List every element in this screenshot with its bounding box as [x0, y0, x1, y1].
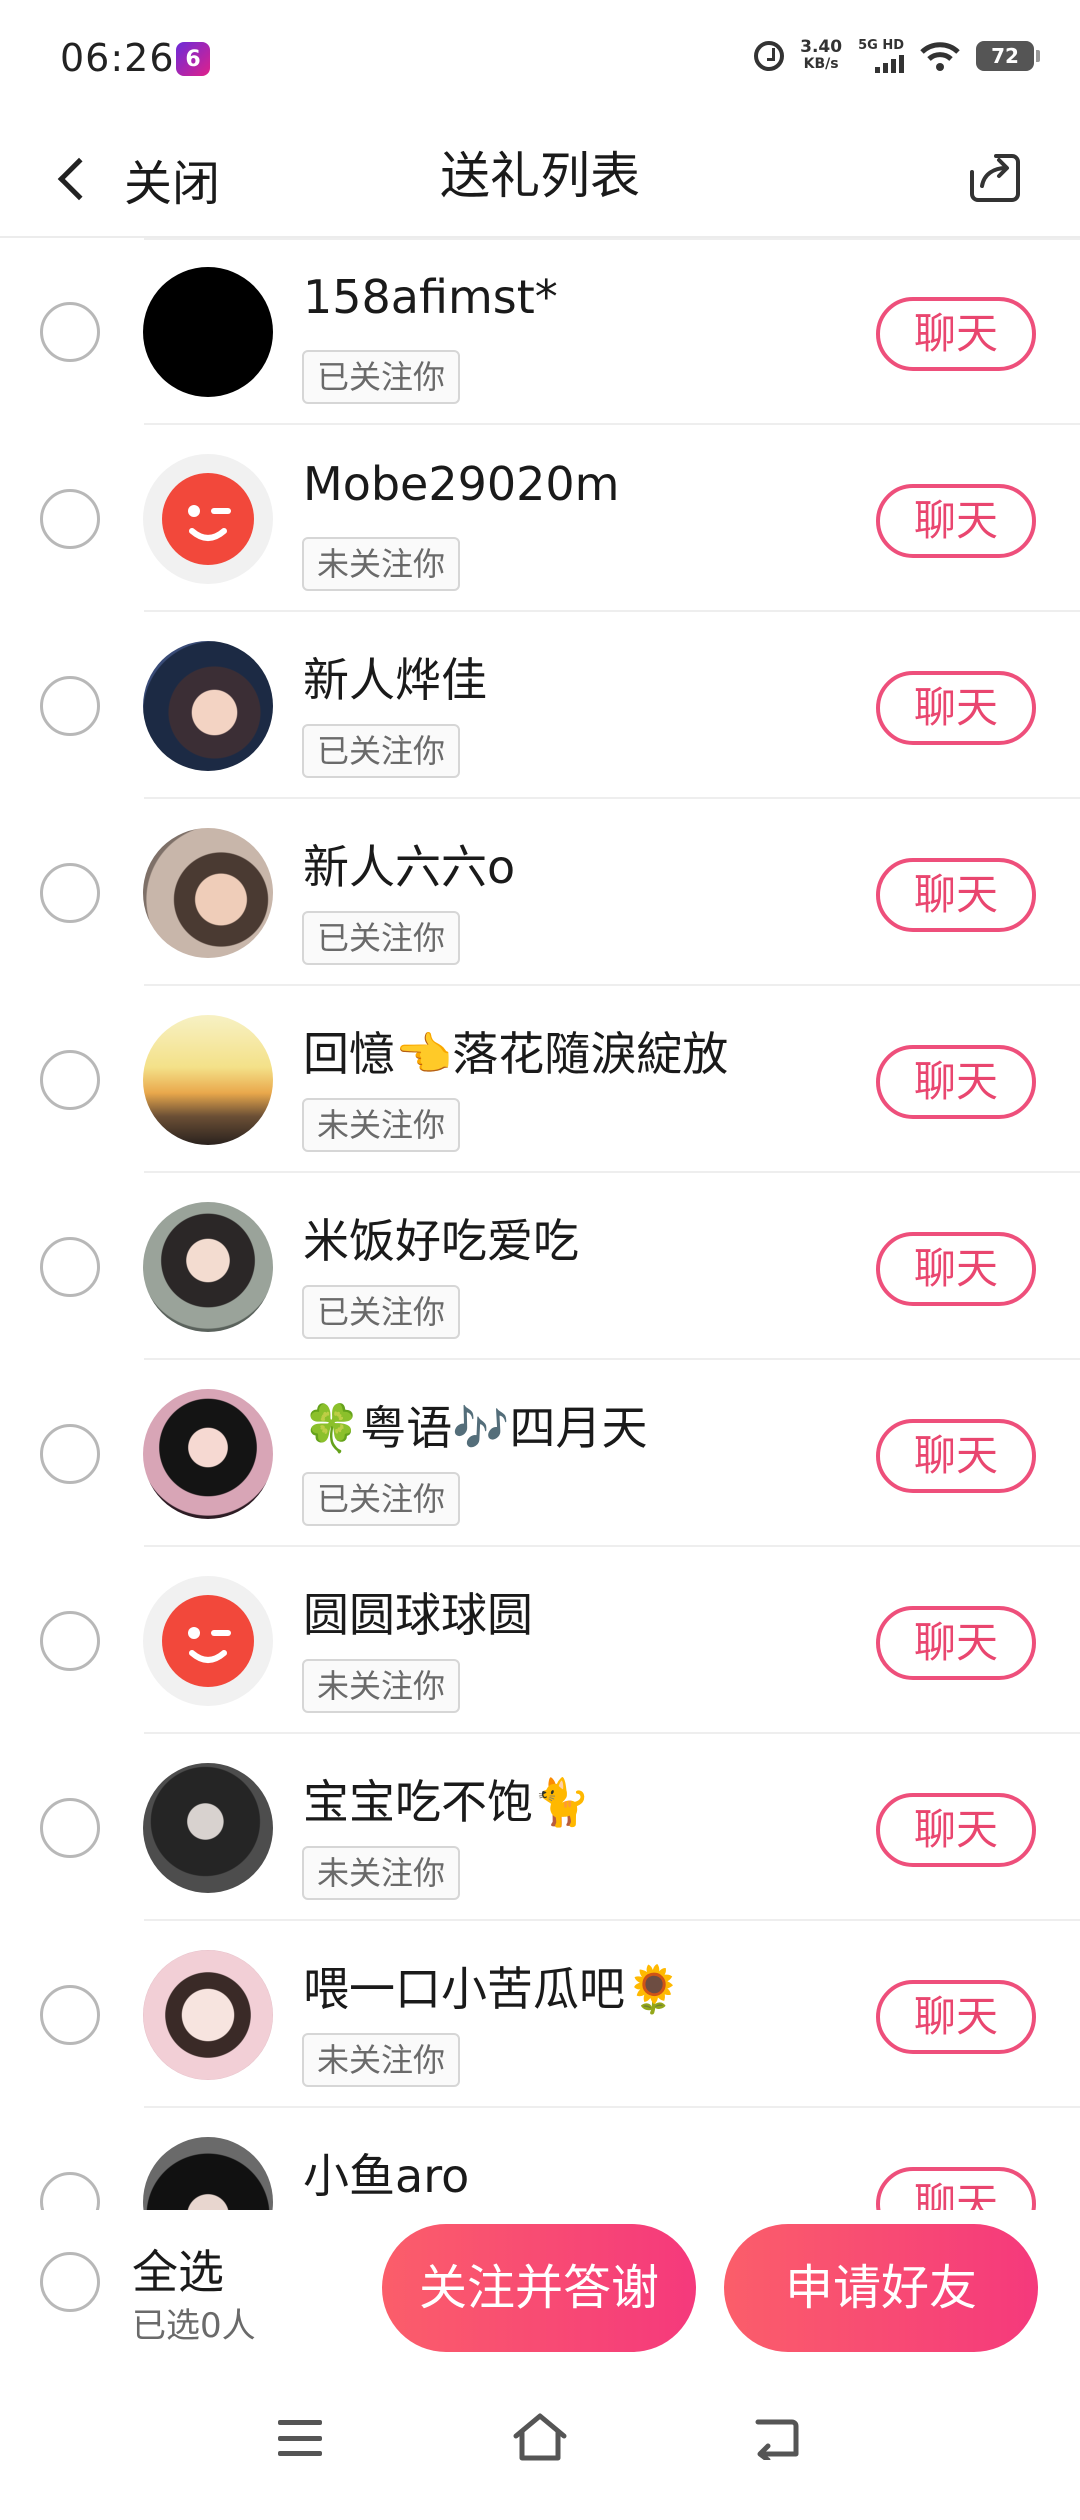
nickname: 回憶👈落花隨淚綻放 — [303, 1027, 729, 1081]
home-icon[interactable] — [510, 2410, 570, 2464]
signal-label: 5G HD — [858, 38, 904, 53]
gift-sender-list[interactable]: 158afimst* 已关注你 聊天 Mobe29020m 未关注你 聊天 新人… — [0, 238, 1080, 2210]
menu-icon[interactable] — [278, 2420, 322, 2456]
list-item: 宝宝吃不饱🐈 未关注你 聊天 — [0, 1734, 1080, 1921]
nickname: Mobe29020m — [303, 457, 620, 511]
system-nav-bar — [0, 2370, 1080, 2520]
nickname: 新人六六o — [303, 840, 516, 894]
chat-button[interactable]: 聊天 — [876, 2167, 1036, 2210]
avatar[interactable] — [143, 1015, 273, 1145]
nickname: 🍀粤语🎶四月天 — [303, 1401, 648, 1455]
select-radio[interactable] — [40, 1050, 100, 1110]
status-bar: 06:26 6 3.40 KB/s 5G HD 72 — [0, 0, 1080, 120]
avatar[interactable] — [143, 454, 273, 584]
default-avatar-icon — [162, 1595, 254, 1687]
list-item: 新人烨佳 已关注你 聊天 — [0, 612, 1080, 799]
select-radio[interactable] — [40, 1611, 100, 1671]
chat-button[interactable]: 聊天 — [876, 1793, 1036, 1867]
avatar[interactable] — [143, 267, 273, 397]
follow-status-badge: 未关注你 — [302, 1659, 461, 1713]
follow-status-badge: 已关注你 — [302, 1472, 461, 1526]
list-item: 新人六六o 已关注你 聊天 — [0, 799, 1080, 986]
page-title: 送礼列表 — [440, 147, 640, 205]
network-speed-unit: KB/s — [803, 55, 839, 72]
chat-button[interactable]: 聊天 — [876, 1232, 1036, 1306]
nickname: 喂一口小苦瓜吧🌻 — [303, 1962, 683, 2016]
avatar[interactable] — [143, 2137, 273, 2210]
share-icon — [970, 154, 1020, 202]
nickname: 新人烨佳 — [303, 653, 487, 707]
chat-button[interactable]: 聊天 — [876, 1045, 1036, 1119]
wifi-icon — [920, 40, 960, 72]
avatar[interactable] — [143, 1576, 273, 1706]
list-item: Mobe29020m 未关注你 聊天 — [0, 425, 1080, 612]
avatar[interactable] — [143, 1389, 273, 1519]
header: 关闭 送礼列表 — [0, 120, 1080, 238]
nickname: 米饭好吃爱吃 — [303, 1214, 579, 1268]
follow-status-badge: 已关注你 — [302, 724, 461, 778]
list-item: 圆圆球球圆 未关注你 聊天 — [0, 1547, 1080, 1734]
select-radio[interactable] — [40, 489, 100, 549]
select-radio[interactable] — [40, 302, 100, 362]
avatar[interactable] — [143, 1763, 273, 1893]
status-indicators: 3.40 KB/s 5G HD 72 — [754, 36, 1040, 73]
nickname: 宝宝吃不饱🐈 — [303, 1775, 591, 1829]
alarm-icon — [754, 40, 785, 71]
list-item: 158afimst* 已关注你 聊天 — [0, 238, 1080, 425]
avatar[interactable] — [143, 641, 273, 771]
selected-count: 已选0人 — [132, 2306, 256, 2346]
list-item: 🍀粤语🎶四月天 已关注你 聊天 — [0, 1360, 1080, 1547]
avatar[interactable] — [143, 1202, 273, 1332]
chat-button[interactable]: 聊天 — [876, 858, 1036, 932]
list-item: 米饭好吃爱吃 已关注你 聊天 — [0, 1173, 1080, 1360]
chat-button[interactable]: 聊天 — [876, 1980, 1036, 2054]
follow-status-badge: 已关注你 — [302, 350, 461, 404]
network-speed-value: 3.40 — [800, 36, 843, 57]
chat-button[interactable]: 聊天 — [876, 671, 1036, 745]
follow-status-badge: 未关注你 — [302, 1846, 461, 1900]
bottom-action-bar: 全选 已选0人 关注并答谢 申请好友 — [0, 2210, 1080, 2370]
follow-and-thank-button[interactable]: 关注并答谢 — [382, 2224, 696, 2352]
default-avatar-icon — [162, 473, 254, 565]
select-radio[interactable] — [40, 1424, 100, 1484]
list-item: 回憶👈落花隨淚綻放 未关注你 聊天 — [0, 986, 1080, 1173]
select-all-radio[interactable] — [40, 2252, 100, 2312]
chat-button[interactable]: 聊天 — [876, 1419, 1036, 1493]
list-item: 小鱼aro 聊天 — [0, 2108, 1080, 2210]
select-radio[interactable] — [40, 863, 100, 923]
nickname: 小鱼aro — [303, 2149, 470, 2203]
list-item: 喂一口小苦瓜吧🌻 未关注你 聊天 — [0, 1921, 1080, 2108]
avatar[interactable] — [143, 1950, 273, 2080]
select-radio[interactable] — [40, 676, 100, 736]
network-speed: 3.40 KB/s — [800, 36, 843, 73]
select-radio[interactable] — [40, 1985, 100, 2045]
back-icon[interactable] — [752, 2416, 802, 2460]
follow-status-badge: 已关注你 — [302, 911, 461, 965]
select-all-label[interactable]: 全选 — [132, 2236, 224, 2302]
nickname: 158afimst* — [303, 270, 558, 324]
follow-status-badge: 已关注你 — [302, 1285, 461, 1339]
app-notification-icon: 6 — [176, 42, 210, 76]
battery-icon: 72 — [976, 40, 1040, 71]
chat-button[interactable]: 聊天 — [876, 484, 1036, 558]
follow-status-badge: 未关注你 — [302, 1098, 461, 1152]
select-radio[interactable] — [40, 1798, 100, 1858]
nickname: 圆圆球球圆 — [303, 1588, 533, 1642]
follow-status-badge: 未关注你 — [302, 2033, 461, 2087]
share-button[interactable] — [954, 138, 1034, 218]
follow-status-badge: 未关注你 — [302, 537, 461, 591]
status-time: 06:26 — [60, 36, 175, 80]
chat-button[interactable]: 聊天 — [876, 297, 1036, 371]
cell-signal-icon: 5G HD — [858, 38, 904, 73]
add-friend-button[interactable]: 申请好友 — [724, 2224, 1038, 2352]
select-radio[interactable] — [40, 1237, 100, 1297]
select-radio[interactable] — [40, 2172, 100, 2210]
avatar[interactable] — [143, 828, 273, 958]
chat-button[interactable]: 聊天 — [876, 1606, 1036, 1680]
